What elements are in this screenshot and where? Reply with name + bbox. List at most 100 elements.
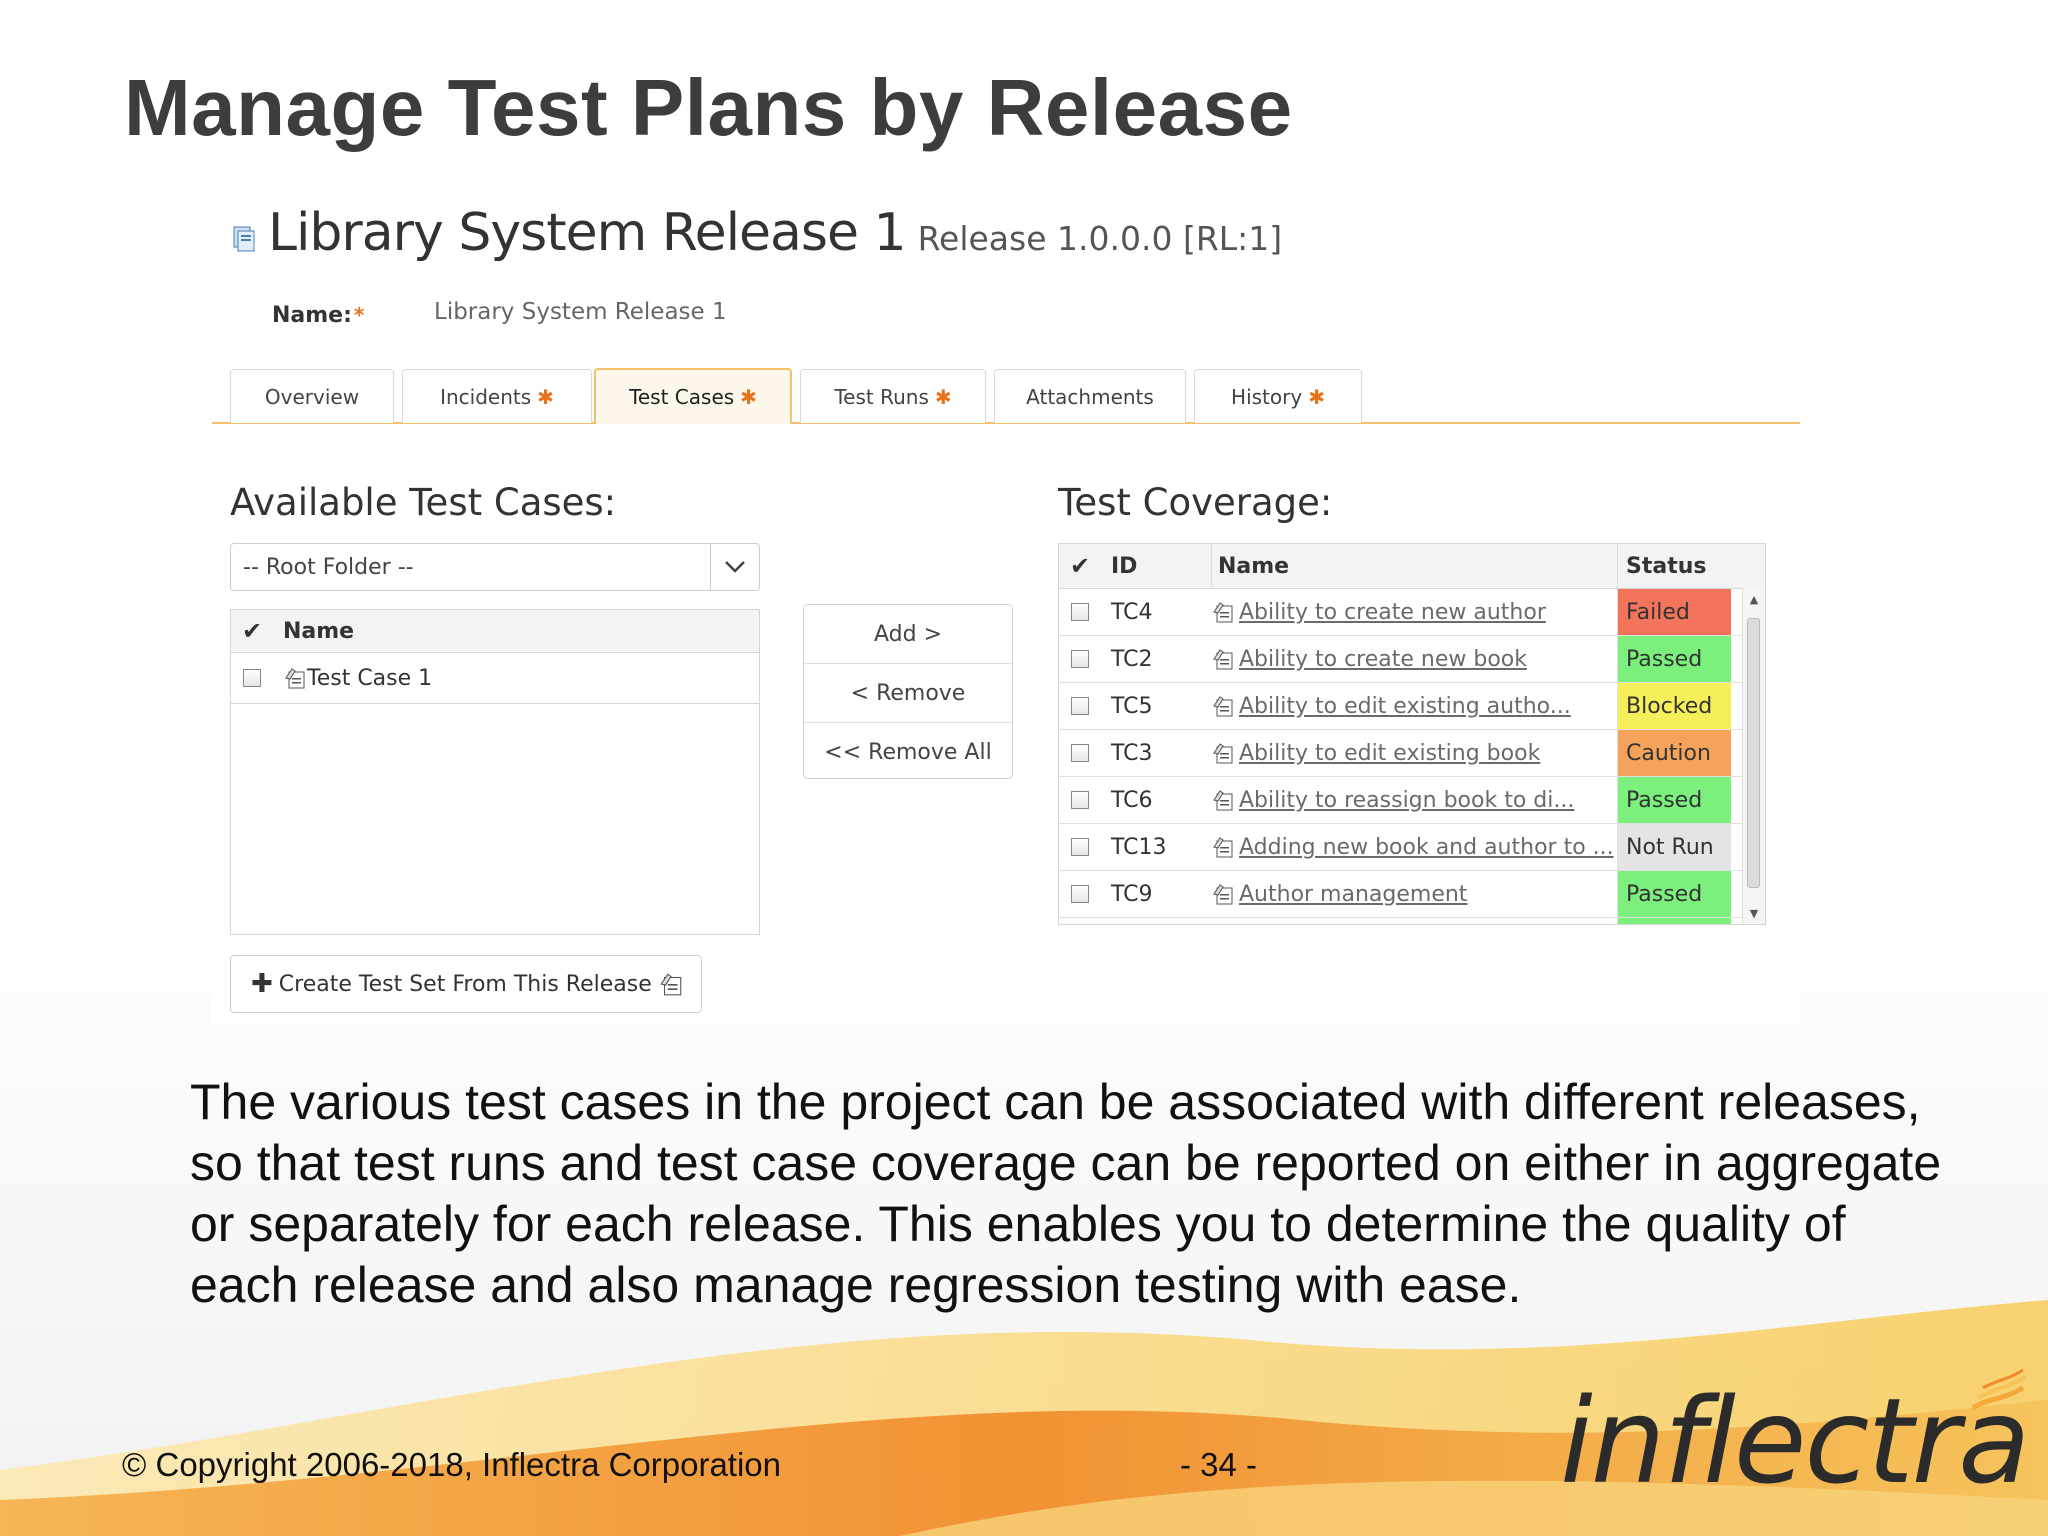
coverage-rows: TC4 Ability to create new author Failed TC2… [1059, 589, 1765, 924]
column-header-status: Status [1617, 544, 1731, 588]
available-test-cases-grid: ✔ Name Test Case 1 [230, 609, 760, 935]
tab-label: Test Cases [629, 385, 735, 409]
logo-flame-icon [1971, 1368, 2028, 1411]
row-checkbox[interactable] [1071, 744, 1089, 762]
test-case-id: TC4 [1111, 599, 1153, 625]
chevron-down-icon[interactable] [710, 544, 759, 590]
create-test-set-label: Create Test Set From This Release [278, 971, 652, 997]
test-case-icon [1213, 649, 1233, 670]
table-row: TC8Book managementPassed [1059, 918, 1765, 924]
tab-attachments[interactable]: Attachments [994, 369, 1186, 423]
test-case-link[interactable]: Author management [1239, 882, 1467, 907]
scroll-down-icon[interactable]: ▼ [1743, 902, 1765, 924]
tab-test-runs[interactable]: Test Runs ✱ [800, 369, 986, 423]
row-checkbox-cell [1059, 744, 1101, 762]
status-badge: Failed [1617, 589, 1731, 635]
test-case-name-cell: Adding new book and author to ... [1211, 835, 1617, 860]
row-checkbox-cell [1059, 650, 1101, 668]
required-mark: * [353, 303, 365, 327]
row-checkbox-cell [1059, 697, 1101, 715]
scroll-up-icon[interactable]: ▲ [1743, 588, 1765, 610]
name-label: Name: * [272, 303, 364, 328]
test-case-icon [285, 668, 305, 689]
tab-label: Test Runs [834, 384, 929, 409]
column-header-name-label: Name [1218, 553, 1290, 579]
test-case-name[interactable]: Test Case 1 [307, 666, 432, 691]
scroll-thumb[interactable] [1747, 618, 1760, 888]
row-checkbox[interactable] [1071, 838, 1089, 856]
row-checkbox[interactable] [243, 669, 261, 687]
remove-button[interactable]: < Remove [804, 664, 1012, 723]
row-checkbox[interactable] [1071, 885, 1089, 903]
status-badge: Caution [1617, 730, 1731, 776]
row-checkbox-cell [1059, 603, 1101, 621]
asterisk-icon: ✱ [1308, 384, 1325, 409]
tab-label: Attachments [1026, 384, 1154, 409]
test-case-id: TC2 [1111, 646, 1153, 672]
test-case-id: TC13 [1111, 834, 1167, 860]
test-case-id: TC9 [1111, 881, 1153, 907]
test-case-link[interactable]: Adding new book and author to ... [1239, 835, 1614, 860]
plus-icon: ✚ [251, 969, 273, 999]
row-checkbox[interactable] [1071, 650, 1089, 668]
row-checkbox-cell [1059, 838, 1101, 856]
table-row: TC2 Ability to create new book Passed [1059, 636, 1765, 683]
tab-label: Overview [264, 384, 360, 409]
test-case-name-cell: Ability to create new author [1211, 600, 1617, 625]
select-all-check-icon[interactable]: ✔ [1059, 552, 1101, 580]
test-case-name-cell: Ability to edit existing book [1211, 741, 1617, 766]
copyright-text: © Copyright 2006-2018, Inflectra Corpora… [122, 1446, 782, 1483]
row-checkbox[interactable] [1071, 697, 1089, 715]
test-case-id: TC5 [1111, 693, 1153, 719]
test-case-name-cell: Author management [1211, 882, 1617, 907]
release-version: Release 1.0.0.0 [RL:1] [917, 219, 1283, 258]
tab-test-cases[interactable]: Test Cases ✱ [594, 368, 792, 424]
grid-header: ✔ Name [231, 610, 759, 653]
test-case-id: TC6 [1111, 787, 1153, 813]
tab-history[interactable]: History ✱ [1194, 369, 1362, 423]
grid-scrollbar[interactable]: ▲ ▼ [1742, 588, 1765, 924]
slide-title: Manage Test Plans by Release [124, 63, 1293, 152]
column-header-id: ID [1111, 553, 1138, 579]
release-title: Library System Release 1 Release 1.0.0.0 … [268, 203, 1282, 263]
release-name-heading: Library System Release 1 [268, 203, 907, 263]
coverage-heading: Test Coverage: [1058, 481, 1333, 524]
tab-overview[interactable]: Overview [230, 369, 394, 423]
add-remove-button-group: Add > < Remove << Remove All [803, 604, 1013, 779]
table-row: TC6 Ability to reassign book to di... Pass… [1059, 777, 1765, 824]
row-checkbox[interactable] [1071, 603, 1089, 621]
add-button[interactable]: Add > [804, 605, 1012, 664]
asterisk-icon: ✱ [740, 385, 757, 409]
row-checkbox[interactable] [1071, 791, 1089, 809]
remove-all-button[interactable]: << Remove All [804, 723, 1012, 781]
test-case-link[interactable]: Ability to reassign book to di... [1239, 788, 1574, 813]
asterisk-icon: ✱ [934, 384, 952, 409]
status-badge: Blocked [1617, 683, 1731, 729]
folder-select[interactable]: -- Root Folder -- [230, 543, 760, 591]
test-case-link[interactable]: Ability to create new author [1239, 600, 1546, 625]
tab-incidents[interactable]: Incidents ✱ [402, 369, 592, 423]
select-all-check-icon[interactable]: ✔ [231, 617, 273, 645]
slide-body-text: The various test cases in the project ca… [190, 1074, 1942, 1313]
grid-header: ✔ ID Name Status [1059, 544, 1765, 589]
inflectra-logo: inflectra [1560, 1372, 2030, 1510]
column-header-name: Name [1211, 544, 1617, 588]
test-case-name-cell: Ability to create new book [1211, 647, 1617, 672]
test-case-link[interactable]: Ability to edit existing autho... [1239, 694, 1571, 719]
folder-select-value: -- Root Folder -- [243, 554, 414, 580]
create-test-set-button[interactable]: ✚ Create Test Set From This Release [230, 955, 702, 1013]
table-row: TC5 Ability to edit existing autho... Bloc… [1059, 683, 1765, 730]
test-case-link[interactable]: Ability to create new book [1239, 647, 1527, 672]
test-case-link[interactable]: Ability to edit existing book [1239, 741, 1540, 766]
status-badge: Passed [1617, 871, 1731, 917]
status-badge: Passed [1617, 636, 1731, 682]
test-coverage-grid: ✔ ID Name Status TC4 Ability to create ne… [1058, 543, 1766, 925]
page-number: - 34 - [1180, 1446, 1258, 1483]
table-row: TC3 Ability to edit existing book Caution [1059, 730, 1765, 777]
tab-label: Incidents [440, 384, 532, 409]
asterisk-icon: ✱ [537, 384, 554, 409]
name-field[interactable]: Library System Release 1 [434, 299, 727, 325]
test-case-name-cell: Ability to edit existing autho... [1211, 694, 1617, 719]
list-item: Test Case 1 [231, 653, 759, 704]
table-row: TC13 Adding new book and author to ... Not… [1059, 824, 1765, 871]
